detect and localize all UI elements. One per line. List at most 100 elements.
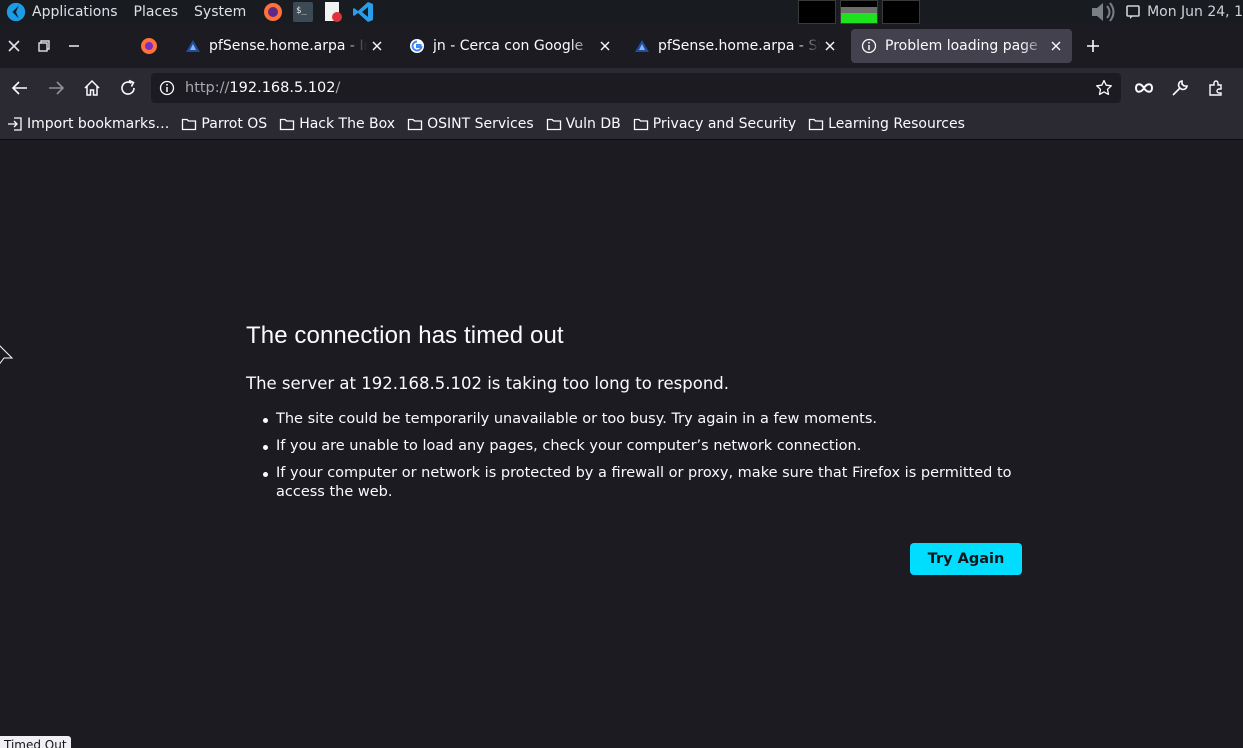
bookmark-folder-vuln-db[interactable]: Vuln DB [546, 116, 621, 132]
terminal-launcher-icon[interactable]: $_ [292, 1, 314, 23]
restore-icon [38, 40, 50, 52]
workspace-1[interactable] [798, 0, 836, 24]
window-close-button[interactable] [4, 36, 24, 56]
minimize-icon [69, 45, 79, 47]
bookmark-label: Privacy and Security [652, 115, 797, 132]
tab-close-button[interactable] [820, 36, 840, 56]
bookmark-folder-hack-the-box[interactable]: Hack The Box [279, 116, 395, 132]
folder-icon [546, 118, 561, 130]
infinity-icon [1134, 83, 1154, 93]
pfsense-icon [185, 38, 201, 54]
tab-title: jn - Cerca con Google [433, 38, 584, 54]
tab-pfsense-interfaces[interactable]: pfSense.home.arpa - Interfaces [175, 29, 393, 63]
parrot-logo-icon[interactable] [4, 1, 28, 23]
close-icon [825, 41, 835, 51]
window-minimize-button[interactable] [64, 36, 84, 56]
mouse-pointer-icon [0, 345, 14, 365]
bookmark-label: OSINT Services [427, 115, 534, 132]
info-icon [861, 38, 877, 54]
error-title: The connection has timed out [246, 322, 564, 349]
bookmark-folder-osint-services[interactable]: OSINT Services [407, 116, 534, 132]
new-tab-button[interactable] [1083, 36, 1103, 56]
tab-google-search[interactable]: jn - Cerca con Google [399, 29, 621, 63]
tab-title: pfSense.home.arpa - Interfaces [209, 38, 367, 54]
site-info-icon[interactable] [159, 80, 175, 96]
firefox-icon [141, 38, 157, 54]
tools-button[interactable] [1170, 78, 1190, 98]
applications-menu[interactable]: Applications [32, 4, 118, 20]
tab-problem-loading[interactable]: Problem loading page [851, 29, 1072, 63]
bookmark-label: Vuln DB [565, 115, 621, 132]
bookmark-import[interactable]: Import bookmarks… [7, 116, 169, 132]
folder-icon [633, 118, 648, 130]
reload-button[interactable] [118, 78, 138, 98]
firefox-launcher-icon[interactable] [262, 1, 284, 23]
tab-close-button[interactable] [1046, 36, 1066, 56]
home-icon [84, 79, 100, 96]
arrow-left-icon [11, 81, 27, 95]
extensions-button[interactable] [1206, 78, 1226, 98]
bookmark-star-icon[interactable] [1095, 79, 1113, 97]
close-icon [8, 40, 20, 52]
bookmarks-toolbar: Import bookmarks… Parrot OS Hack The Box… [0, 108, 1243, 140]
folder-icon [808, 118, 824, 130]
bookmark-folder-privacy-and-security[interactable]: Privacy and Security [633, 116, 796, 132]
vscode-launcher-icon[interactable] [352, 1, 374, 23]
bookmark-label: Parrot OS [201, 115, 268, 132]
private-mask-button[interactable] [1134, 78, 1154, 98]
bookmark-label: Import bookmarks… [27, 115, 170, 132]
page-content: The connection has timed out The server … [0, 141, 1243, 748]
close-icon [1051, 41, 1061, 51]
bookmark-label: Learning Resources [828, 115, 965, 132]
places-menu[interactable]: Places [134, 4, 179, 20]
url-bar[interactable]: http://192.168.5.102/ [151, 73, 1121, 103]
close-icon [600, 41, 610, 51]
system-menu[interactable]: System [194, 4, 246, 20]
notification-icon[interactable] [1125, 4, 1141, 20]
status-panel: Timed Out [0, 736, 71, 748]
reload-icon [121, 79, 135, 95]
tab-pfsense-status[interactable]: pfSense.home.arpa - Status [624, 29, 846, 63]
back-button[interactable] [10, 78, 30, 98]
error-hint: If your computer or network is protected… [263, 464, 1022, 502]
window-restore-button[interactable] [34, 36, 54, 56]
error-container: The connection has timed out The server … [246, 322, 1022, 575]
url-scheme: http:// [185, 80, 230, 96]
error-description: The server at 192.168.5.102 is taking to… [246, 374, 729, 393]
firefox-view-button[interactable] [139, 36, 159, 56]
workspace-3[interactable] [882, 0, 920, 24]
tab-close-button[interactable] [595, 36, 615, 56]
bookmark-label: Hack The Box [299, 115, 396, 132]
import-icon [8, 116, 22, 131]
arrow-right-icon [49, 81, 65, 95]
workspace-2[interactable] [840, 0, 878, 24]
svg-text:$_: $_ [296, 6, 307, 16]
tab-title: pfSense.home.arpa - Status [658, 38, 820, 54]
bookmark-folder-parrot-os[interactable]: Parrot OS [181, 116, 267, 132]
plus-icon [1087, 40, 1099, 52]
tab-title: Problem loading page [885, 38, 1038, 54]
pfsense-icon [634, 38, 650, 54]
bookmark-folder-learning-resources[interactable]: Learning Resources [808, 116, 965, 132]
google-icon [409, 38, 425, 54]
folder-icon [407, 118, 423, 130]
url-path: / [335, 80, 341, 96]
text-editor-launcher-icon[interactable] [322, 1, 344, 23]
home-button[interactable] [82, 78, 102, 98]
close-icon [372, 41, 382, 51]
wrench-icon [1172, 80, 1188, 96]
folder-icon [182, 118, 197, 130]
navigation-toolbar: http://192.168.5.102/ [0, 68, 1243, 108]
tab-close-button[interactable] [367, 36, 387, 56]
try-again-button[interactable]: Try Again [910, 543, 1022, 575]
tab-strip: pfSense.home.arpa - Interfaces jn - Cerc… [0, 24, 1243, 68]
forward-button[interactable] [46, 78, 66, 98]
error-hint: If you are unable to load any pages, che… [263, 437, 1022, 456]
error-hint: The site could be temporarily unavailabl… [263, 410, 1022, 429]
puzzle-icon [1209, 80, 1222, 96]
url-host: 192.168.5.102 [229, 80, 336, 96]
system-panel: Applications Places System $_ Mon Jun 24… [0, 0, 1243, 24]
clock[interactable]: Mon Jun 24, 1 [1147, 4, 1243, 20]
volume-icon[interactable] [1089, 1, 1119, 23]
error-hints-list: The site could be temporarily unavailabl… [246, 410, 1022, 502]
